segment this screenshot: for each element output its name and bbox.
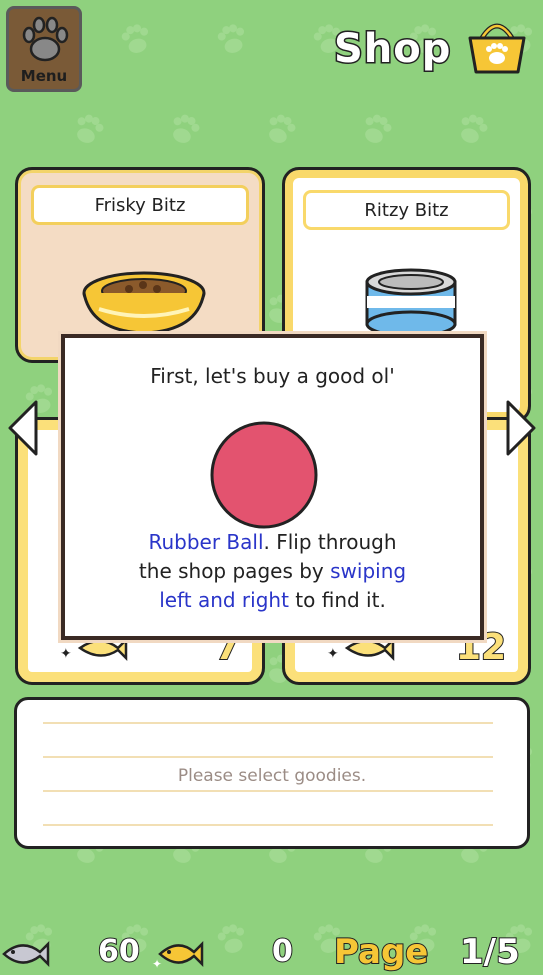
item-description-box: Please select goodies. xyxy=(14,697,530,849)
next-page-arrow-icon[interactable] xyxy=(504,398,538,458)
shopping-basket-icon xyxy=(468,23,526,74)
page-title: Shop xyxy=(332,25,452,74)
divider xyxy=(43,824,493,826)
menu-button[interactable]: Menu xyxy=(6,6,82,92)
silver-fish-count: 60 xyxy=(97,933,141,970)
item-name: Ritzy Bitz xyxy=(364,199,449,221)
rubber-ball-link: Rubber Ball xyxy=(148,530,264,554)
divider xyxy=(43,722,493,724)
item-name-plate: Ritzy Bitz xyxy=(303,190,510,230)
silver-fish-icon xyxy=(2,940,50,968)
rubber-ball-icon xyxy=(210,421,318,529)
previous-page-arrow-icon[interactable] xyxy=(6,398,40,458)
shop-item-card-frisky-bitz[interactable]: Frisky Bitz xyxy=(15,167,265,363)
gold-fish-count: 0 xyxy=(271,933,294,970)
gold-fish-icon: ✦ xyxy=(152,940,204,971)
item-name: Frisky Bitz xyxy=(94,194,186,216)
divider xyxy=(43,756,493,758)
paw-icon xyxy=(22,16,69,62)
popup-instruction-text: Rubber Ball. Flip through the shop pages… xyxy=(138,530,407,612)
tutorial-popup[interactable]: First, let's buy a good ol' Rubber Ball.… xyxy=(58,331,487,643)
svg-text:✦: ✦ xyxy=(327,646,339,662)
svg-text:✦: ✦ xyxy=(152,957,162,971)
svg-text:✦: ✦ xyxy=(60,646,72,662)
item-name-plate: Frisky Bitz xyxy=(31,185,249,225)
popup-intro-text: First, let's buy a good ol' xyxy=(150,364,395,388)
page-number: 1/5 xyxy=(459,931,521,973)
food-bowl-icon xyxy=(82,271,206,335)
menu-label: Menu xyxy=(20,67,68,85)
tuna-can-icon xyxy=(365,268,457,338)
divider xyxy=(43,790,493,792)
page-label: Page xyxy=(333,931,429,973)
description-placeholder: Please select goodies. xyxy=(177,766,367,786)
